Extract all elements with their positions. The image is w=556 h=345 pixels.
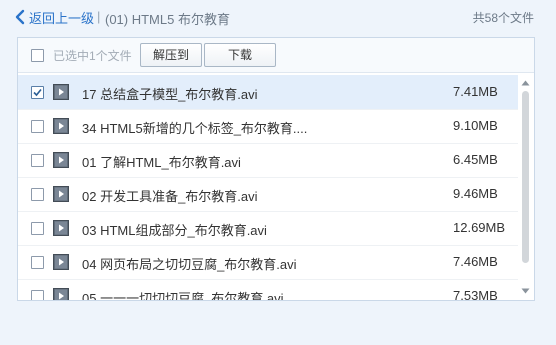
- file-name: 01 了解HTML_布尔教育.avi: [82, 155, 241, 170]
- file-name: 34 HTML5新增的几个标签_布尔教育....: [82, 121, 308, 136]
- file-size: 6.45MB: [453, 152, 498, 167]
- video-file-icon: [53, 254, 69, 270]
- file-row[interactable]: 02 开发工具准备_布尔教育.avi 9.46MB: [18, 177, 518, 212]
- triangle-up-icon: [521, 80, 530, 86]
- selection-status: 已选中1个文件: [53, 49, 132, 63]
- file-size: 7.41MB: [453, 84, 498, 99]
- breadcrumb-separator: |: [97, 9, 101, 24]
- file-panel: 已选中1个文件 解压到 下载 17 总结盒子模型_布尔教育.avi 7.41MB: [17, 37, 535, 301]
- chevron-left-icon: [15, 9, 25, 25]
- file-checkbox[interactable]: [31, 188, 44, 201]
- scroll-track[interactable]: [522, 91, 529, 281]
- file-size: 9.10MB: [453, 118, 498, 133]
- file-checkbox[interactable]: [31, 290, 44, 300]
- file-row[interactable]: 01 了解HTML_布尔教育.avi 6.45MB: [18, 143, 518, 178]
- file-checkbox[interactable]: [31, 120, 44, 133]
- file-name: 05 一一一切切切豆腐_布尔教育.avi: [82, 291, 284, 301]
- file-size: 7.46MB: [453, 254, 498, 269]
- breadcrumb: (01) HTML5 布尔教育: [105, 12, 230, 27]
- back-button[interactable]: 返回上一级: [14, 9, 95, 26]
- file-row[interactable]: 05 一一一切切切豆腐_布尔教育.avi 7.53MB: [18, 279, 518, 301]
- file-name: 03 HTML组成部分_布尔教育.avi: [82, 223, 267, 238]
- video-file-icon: [53, 186, 69, 202]
- file-checkbox[interactable]: [31, 222, 44, 235]
- video-file-icon: [53, 118, 69, 134]
- video-file-icon: [53, 288, 69, 300]
- file-name: 04 网页布局之切切豆腐_布尔教育.avi: [82, 257, 297, 272]
- checkmark-icon: [33, 88, 42, 97]
- file-row[interactable]: 03 HTML组成部分_布尔教育.avi 12.69MB: [18, 211, 518, 246]
- video-file-icon: [53, 84, 69, 100]
- file-row[interactable]: 34 HTML5新增的几个标签_布尔教育.... 9.10MB: [18, 109, 518, 144]
- file-list: 17 总结盒子模型_布尔教育.avi 7.41MB 34 HTML5新增的几个标…: [18, 75, 518, 300]
- file-size: 9.46MB: [453, 186, 498, 201]
- file-row[interactable]: 17 总结盒子模型_布尔教育.avi 7.41MB: [18, 75, 518, 110]
- scroll-up-button[interactable]: [518, 77, 533, 89]
- video-file-icon: [53, 220, 69, 236]
- file-name: 02 开发工具准备_布尔教育.avi: [82, 189, 258, 204]
- triangle-down-icon: [521, 288, 530, 294]
- video-file-icon: [53, 152, 69, 168]
- file-checkbox[interactable]: [31, 256, 44, 269]
- select-all-checkbox[interactable]: [31, 49, 44, 62]
- file-size: 7.53MB: [453, 288, 498, 301]
- file-row[interactable]: 04 网页布局之切切豆腐_布尔教育.avi 7.46MB: [18, 245, 518, 280]
- file-checkbox[interactable]: [31, 154, 44, 167]
- vertical-scrollbar[interactable]: [518, 75, 533, 300]
- top-bar: 返回上一级 | (01) HTML5 布尔教育 共58个文件: [0, 0, 556, 34]
- back-label: 返回上一级: [29, 10, 95, 26]
- scroll-thumb[interactable]: [522, 91, 529, 263]
- file-size: 12.69MB: [453, 220, 506, 235]
- file-toolbar: 已选中1个文件 解压到 下载: [18, 38, 534, 73]
- scroll-down-button[interactable]: [518, 285, 533, 297]
- download-button[interactable]: 下载: [204, 43, 276, 67]
- file-checkbox[interactable]: [31, 86, 44, 99]
- extract-button[interactable]: 解压到: [140, 43, 202, 67]
- file-count: 共58个文件: [472, 11, 534, 25]
- file-name: 17 总结盒子模型_布尔教育.avi: [82, 87, 258, 102]
